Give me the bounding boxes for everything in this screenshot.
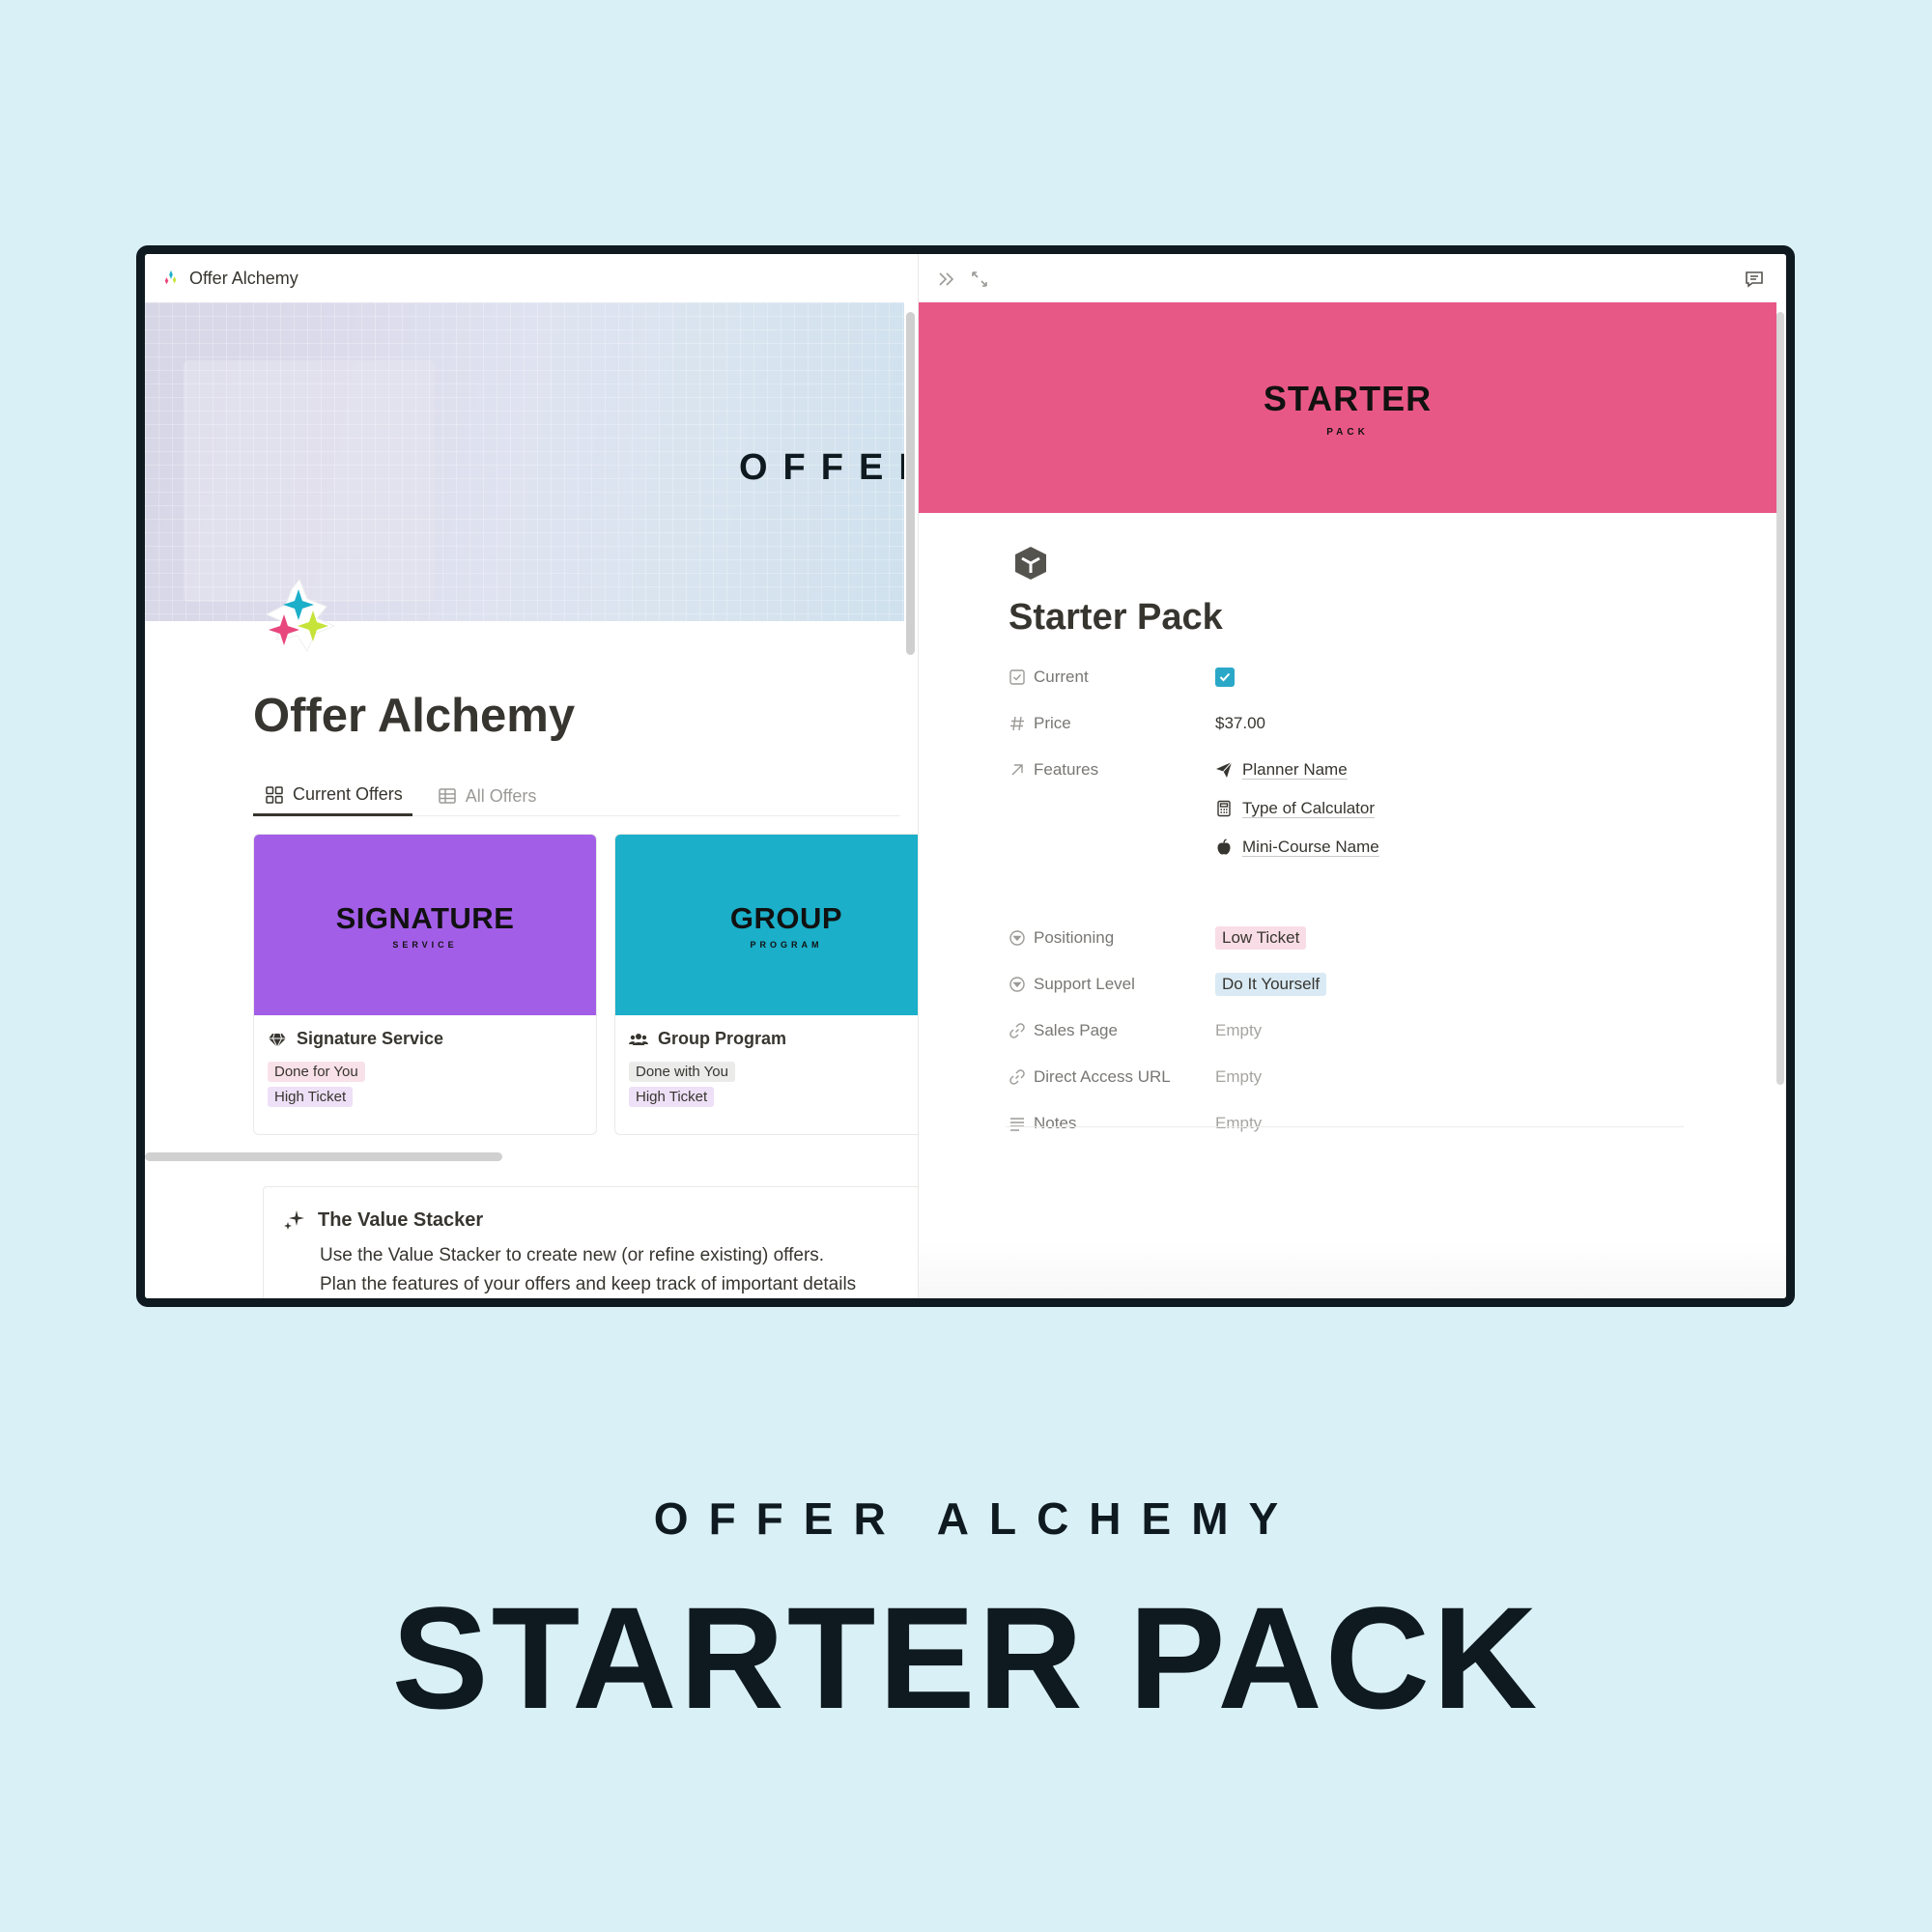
calculator-icon	[1217, 800, 1231, 817]
gallery-card-signature-service[interactable]: SIGNATURE SERVICE Signature Service Done…	[253, 834, 597, 1135]
support-level-tag[interactable]: Do It Yourself	[1215, 973, 1327, 996]
card-cover-subtitle: SERVICE	[392, 939, 458, 950]
apple-icon	[1217, 838, 1231, 855]
value-stacker-callout: The Value Stacker Use the Value Stacker …	[263, 1186, 918, 1298]
property-label: Support Level	[1034, 975, 1135, 993]
property-label: Notes	[1034, 1114, 1077, 1132]
card-cover: GROUP PROGRAM	[615, 835, 918, 1015]
tab-label: All Offers	[465, 785, 537, 806]
sparkles-page-icon	[265, 579, 336, 653]
sparkles-icon	[284, 1210, 304, 1230]
breadcrumb[interactable]: Offer Alchemy	[145, 254, 918, 302]
checkmark-icon	[1219, 672, 1231, 682]
property-label: Features	[1034, 760, 1099, 779]
sparkle-logo-icon	[164, 270, 177, 285]
people-icon	[629, 1033, 648, 1045]
tag-high-ticket: High Ticket	[629, 1087, 715, 1107]
cover-subtitle: PACK	[1326, 426, 1369, 438]
gallery-card-group-program[interactable]: GROUP PROGRAM Group Program Done with Yo…	[614, 834, 918, 1135]
vertical-scrollbar[interactable]	[906, 312, 915, 655]
feature-item[interactable]: Planner Name	[1215, 757, 1379, 782]
link-icon	[1009, 1069, 1025, 1085]
cube-page-icon	[1015, 547, 1046, 580]
view-tabs: Current Offers All Offers	[253, 776, 900, 816]
card-cover-subtitle: PROGRAM	[750, 939, 823, 950]
property-price: Price $37.00	[1009, 711, 1704, 736]
diamond-icon	[269, 1033, 286, 1047]
paper-plane-icon	[1216, 761, 1233, 778]
cover-title: STARTER	[1263, 378, 1433, 418]
property-label: Price	[1034, 714, 1071, 732]
property-support-level: Support Level Do It Yourself	[1009, 972, 1704, 997]
property-label: Positioning	[1034, 928, 1115, 947]
card-cover-title: GROUP	[729, 900, 843, 935]
property-sales-page: Sales Page Empty	[1009, 1018, 1704, 1043]
feature-item[interactable]: Mini-Course Name	[1215, 835, 1379, 860]
notes-value[interactable]: Empty	[1215, 1111, 1262, 1136]
select-icon	[1009, 930, 1025, 946]
hash-icon	[1010, 716, 1024, 731]
tag-high-ticket: High Ticket	[268, 1087, 354, 1107]
text-lines-icon	[1010, 1118, 1024, 1131]
property-label: Current	[1034, 668, 1089, 686]
card-title: Signature Service	[254, 1015, 596, 1057]
direct-access-url-value[interactable]: Empty	[1215, 1065, 1262, 1090]
feature-item[interactable]: Type of Calculator	[1215, 796, 1379, 821]
page-cover: STARTER PACK	[919, 302, 1776, 513]
vertical-scrollbar[interactable]	[1776, 312, 1784, 1085]
tag-done-for-you: Done for You	[268, 1062, 365, 1082]
callout-text-line: Use the Value Stacker to create new (or …	[320, 1245, 825, 1265]
page-cover: OFFER	[145, 302, 904, 621]
divider	[1006, 1126, 1684, 1127]
tab-all-offers[interactable]: All Offers	[426, 776, 547, 816]
cover-text: OFFER	[739, 447, 904, 488]
callout-title: The Value Stacker	[283, 1208, 918, 1232]
tag-done-with-you: Done with You	[629, 1062, 735, 1082]
side-peek-toolbar	[919, 254, 1786, 302]
comment-icon[interactable]	[1744, 269, 1765, 290]
positioning-tag[interactable]: Low Ticket	[1215, 926, 1307, 950]
gallery-icon	[266, 785, 283, 804]
tab-current-offers[interactable]: Current Offers	[253, 776, 412, 816]
current-checkbox[interactable]	[1215, 668, 1235, 687]
card-title: Group Program	[615, 1015, 918, 1057]
checkbox-property-icon	[1009, 669, 1025, 685]
card-cover-title: SIGNATURE	[335, 900, 515, 935]
footer-subtitle: OFFER ALCHEMY	[653, 1493, 1299, 1544]
expand-icon[interactable]	[969, 269, 990, 290]
select-icon	[1009, 977, 1025, 992]
property-positioning: Positioning Low Ticket	[1009, 925, 1704, 951]
footer-title: STARTER PACK	[391, 1577, 1541, 1739]
property-notes: Notes Empty	[1009, 1111, 1704, 1136]
property-current: Current	[1009, 665, 1704, 690]
card-cover: SIGNATURE SERVICE	[254, 835, 596, 1015]
table-icon	[438, 788, 456, 804]
property-label: Direct Access URL	[1034, 1067, 1171, 1086]
price-value[interactable]: $37.00	[1215, 711, 1265, 736]
side-peek-pane: STARTER PACK Starter Pack Current Price …	[918, 254, 1786, 1298]
page-title: Offer Alchemy	[253, 690, 576, 742]
app-window: Offer Alchemy OFFER Offer Alchemy Curren…	[136, 245, 1795, 1307]
property-direct-access-url: Direct Access URL Empty	[1009, 1065, 1704, 1090]
main-page-pane: Offer Alchemy OFFER Offer Alchemy Curren…	[145, 254, 918, 1298]
link-icon	[1009, 1023, 1025, 1038]
property-label: Sales Page	[1034, 1021, 1118, 1039]
gallery-cards: SIGNATURE SERVICE Signature Service Done…	[253, 834, 918, 1143]
sales-page-value[interactable]: Empty	[1215, 1018, 1262, 1043]
features-list: Planner Name Type of Calculator Mini-Cou…	[1215, 757, 1379, 860]
horizontal-scrollbar[interactable]	[145, 1152, 502, 1161]
tab-label: Current Offers	[293, 784, 403, 804]
page-title: Starter Pack	[1009, 597, 1223, 638]
callout-text-line: Plan the features of your offers and kee…	[320, 1274, 857, 1294]
close-peek-icon[interactable]	[936, 269, 957, 290]
property-features: Features Planner Name Type of Calculator…	[1009, 757, 1704, 860]
breadcrumb-title[interactable]: Offer Alchemy	[189, 269, 298, 289]
relation-arrow-icon	[1011, 764, 1023, 776]
